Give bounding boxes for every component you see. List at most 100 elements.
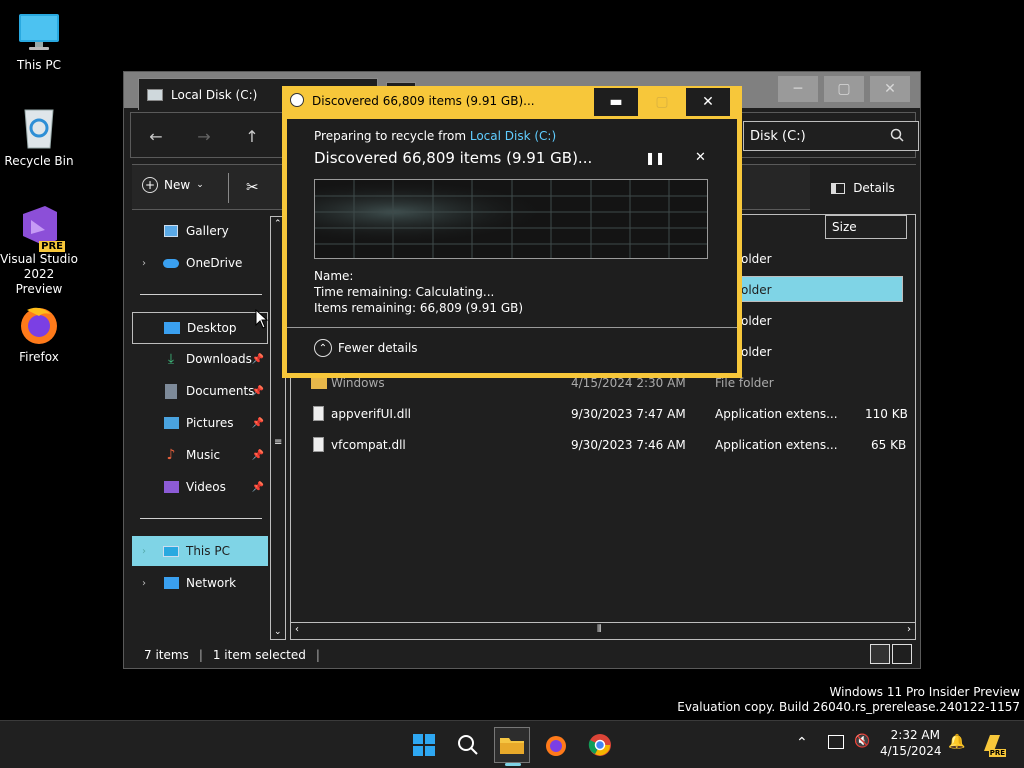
network-status-icon[interactable] [828,735,844,749]
preparing-text: Preparing to recycle from Local Disk (C:… [314,129,556,143]
desktop-icon-firefox[interactable]: Firefox [0,302,78,365]
nav-item-desktop[interactable]: Desktop [132,312,268,344]
plus-circle-icon: + [142,177,158,193]
clock[interactable]: 2:32 AM 4/15/2024 [880,727,942,759]
details-pane-icon [831,182,846,194]
scroll-thumb[interactable]: ≡ [274,437,282,448]
desktop-icon-recycle-bin[interactable]: Recycle Bin [0,106,78,169]
desktop-icon-visual-studio[interactable]: PRE Visual Studio 2022 Preview [0,204,78,297]
nav-item-gallery[interactable]: Gallery [132,216,268,246]
nav-label: This PC [186,544,230,558]
pin-icon[interactable]: 📌 [252,482,264,493]
start-button[interactable] [406,727,442,763]
maximize-button[interactable]: ▢ [824,76,864,102]
pin-icon[interactable]: 📌 [252,354,264,365]
nav-label: Downloads [186,352,252,366]
scroll-right-icon[interactable]: › [907,624,911,635]
nav-item-onedrive[interactable]: › OneDrive [132,248,268,278]
pause-icon[interactable]: ❚❚ [645,151,665,165]
chevron-right-icon[interactable]: › [142,258,146,269]
name-label: Name: [314,269,354,283]
back-arrow-icon[interactable]: ← [143,123,169,149]
taskbar-file-explorer[interactable] [494,727,530,766]
address-box[interactable]: Disk (C:) [743,121,919,151]
dialog-maximize-button[interactable]: ▢ [640,88,684,116]
file-type: older [741,283,772,297]
horizontal-scrollbar[interactable]: ‹ ⦀ › [290,622,916,640]
taskbar-firefox[interactable] [538,727,574,763]
file-type: older [741,252,772,266]
nav-item-videos[interactable]: Videos 📌 [132,472,268,502]
progress-graph [314,179,708,259]
monitor-icon [162,543,180,559]
search-button[interactable] [450,727,486,763]
nav-item-music[interactable]: ♪ Music 📌 [132,440,268,470]
address-text: Disk (C:) [750,128,806,144]
pin-icon[interactable]: 📌 [252,386,264,397]
nav-label: Gallery [186,224,229,238]
new-button[interactable]: + New ⌄ [142,177,204,193]
column-header-size[interactable]: Size [825,215,907,239]
nav-item-this-pc[interactable]: › This PC [132,536,268,566]
scroll-down-icon[interactable]: ⌄ [274,627,282,637]
nav-item-pictures[interactable]: Pictures 📌 [132,408,268,438]
dialog-minimize-button[interactable]: ▬ [594,88,638,116]
nav-label: Network [186,576,237,590]
notification-bell-icon[interactable]: 🔔 [948,734,965,750]
desktop-icon-label: Visual Studio 2022 Preview [0,252,78,296]
forward-arrow-icon[interactable]: → [191,123,217,149]
dll-file-icon [313,406,324,421]
navigation-pane: Gallery › OneDrive Desktop ⤓ Downloads 📌… [132,214,270,624]
search-icon[interactable] [890,128,904,146]
time-remaining: Time remaining: Calculating... [314,285,494,299]
minimize-button[interactable]: ─ [778,76,818,102]
nav-divider [140,518,262,519]
details-view-icon[interactable] [870,644,890,664]
show-hidden-icons-chevron-icon[interactable]: ⌃ [796,735,808,751]
cloud-icon [162,255,180,271]
folder-icon [500,738,524,754]
visual-studio-icon: PRE [17,204,65,252]
table-row[interactable]: appverifUI.dll 9/30/2023 7:47 AM Applica… [291,400,917,428]
nav-item-documents[interactable]: Documents 📌 [132,376,268,406]
mouse-cursor-icon [255,308,269,332]
volume-muted-icon[interactable]: 🔇 [854,734,870,749]
nav-item-downloads[interactable]: ⤓ Downloads 📌 [132,344,268,374]
taskbar: ⌃ 🔇 2:32 AM 4/15/2024 🔔 PRE [0,720,1024,768]
firefox-icon [17,302,61,346]
recycle-bin-icon [17,106,61,150]
dialog-close-button[interactable]: ✕ [686,88,730,116]
document-icon [162,383,180,399]
watermark-line: Windows 11 Pro Insider Preview [829,685,1020,699]
chevron-right-icon[interactable]: › [142,578,146,589]
details-button[interactable]: Details [810,165,916,211]
scroll-left-icon[interactable]: ‹ [295,624,299,635]
fewer-details-label: Fewer details [338,341,418,355]
pin-icon[interactable]: 📌 [252,418,264,429]
cut-icon[interactable]: ✂ [246,178,259,196]
pin-icon[interactable]: 📌 [252,450,264,461]
watermark-line: Evaluation copy. Build 26040.rs_prerelea… [677,700,1020,714]
chevron-right-icon[interactable]: › [142,546,146,557]
taskbar-chrome[interactable] [582,727,618,763]
file-date: 4/15/2024 2:30 AM [571,376,686,390]
download-arrow-icon: ⤓ [167,351,175,367]
clock-date: 4/15/2024 [880,744,942,758]
copilot-pre-icon[interactable]: PRE [980,731,1006,757]
file-type: Application extens... [715,407,838,421]
scroll-thumb[interactable]: ⦀ [597,624,601,635]
table-row[interactable]: vfcompat.dll 9/30/2023 7:46 AM Applicati… [291,431,917,459]
toolbar-divider [228,173,229,203]
close-button[interactable]: ✕ [870,76,910,102]
cancel-icon[interactable]: ✕ [695,150,706,165]
scroll-up-icon[interactable]: ⌃ [274,219,282,229]
source-link[interactable]: Local Disk (C:) [470,129,556,143]
nav-item-network[interactable]: › Network [132,568,268,598]
drive-icon [147,88,163,101]
up-arrow-icon[interactable]: ↑ [239,123,265,149]
file-type: Application extens... [715,438,838,452]
fewer-details-button[interactable]: ⌃ Fewer details [314,339,418,357]
items-remaining: Items remaining: 66,809 (9.91 GB) [314,301,523,315]
desktop-icon-this-pc[interactable]: This PC [0,10,78,73]
large-icons-view-icon[interactable] [892,644,912,664]
